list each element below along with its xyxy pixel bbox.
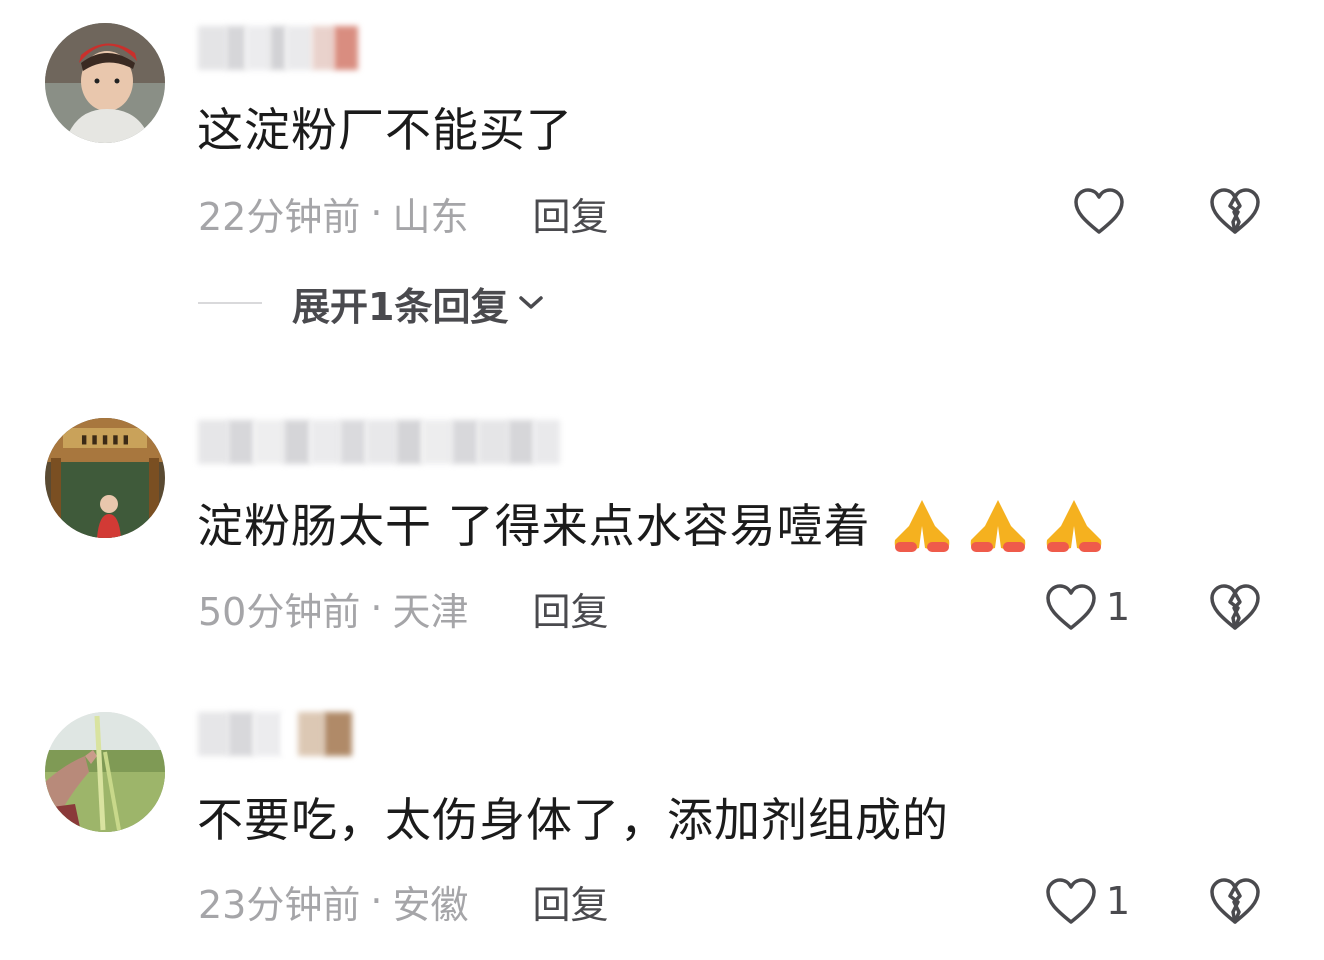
meta-separator: · bbox=[370, 586, 383, 630]
like-count: 1 bbox=[1106, 585, 1131, 629]
username-blurred[interactable] bbox=[198, 416, 560, 468]
like-button[interactable]: 1 bbox=[1044, 876, 1130, 926]
dislike-button[interactable] bbox=[1208, 186, 1262, 240]
comment-meta: 22分钟前 · 山东 回复 bbox=[198, 186, 608, 241]
avatar[interactable] bbox=[45, 712, 165, 832]
expand-replies-button[interactable]: 展开1条回复 bbox=[198, 278, 544, 329]
username-blurred[interactable] bbox=[198, 708, 352, 760]
meta-separator: · bbox=[370, 191, 383, 235]
expand-replies-label: 展开1条回复 bbox=[292, 284, 509, 329]
comment-meta: 23分钟前 · 安徽 回复 bbox=[198, 874, 608, 929]
folded-hands-emoji bbox=[889, 496, 1107, 556]
heart-outline-icon bbox=[1046, 878, 1096, 924]
comment-location: 山东 bbox=[392, 194, 469, 239]
username-blurred[interactable] bbox=[198, 22, 358, 74]
reply-button[interactable]: 回复 bbox=[532, 874, 608, 929]
like-button[interactable] bbox=[1072, 186, 1134, 236]
dislike-button[interactable] bbox=[1208, 876, 1262, 930]
dislike-button[interactable] bbox=[1208, 582, 1262, 636]
avatar[interactable] bbox=[45, 23, 165, 143]
comment-text: 淀粉肠太干 了得来点水容易噎着 bbox=[197, 496, 1107, 560]
heart-outline-icon bbox=[1046, 584, 1096, 630]
heart-outline-icon bbox=[1074, 188, 1124, 234]
comment-time: 23分钟前 bbox=[198, 882, 361, 927]
like-button[interactable]: 1 bbox=[1044, 582, 1130, 632]
comment-text: 这淀粉厂不能买了 bbox=[197, 103, 573, 157]
comment-time: 50分钟前 bbox=[198, 589, 361, 634]
like-count: 1 bbox=[1106, 879, 1131, 923]
broken-heart-icon bbox=[1210, 878, 1260, 924]
comment-location: 天津 bbox=[392, 589, 469, 634]
comment-meta: 50分钟前 · 天津 回复 bbox=[198, 581, 608, 636]
divider-line bbox=[198, 302, 262, 304]
avatar[interactable]: ▮ ▮ ▮ ▮ ▮ bbox=[45, 418, 165, 538]
comment-text: 不要吃，太伤身体了，添加剂组成的 bbox=[197, 793, 949, 847]
svg-text:▮ ▮ ▮ ▮ ▮: ▮ ▮ ▮ ▮ ▮ bbox=[81, 432, 129, 446]
broken-heart-icon bbox=[1210, 188, 1260, 234]
comment-time: 22分钟前 bbox=[198, 194, 361, 239]
chevron-down-icon bbox=[519, 296, 544, 309]
broken-heart-icon bbox=[1210, 584, 1260, 630]
reply-button[interactable]: 回复 bbox=[532, 186, 608, 241]
reply-button[interactable]: 回复 bbox=[532, 581, 608, 636]
meta-separator: · bbox=[370, 879, 383, 923]
comment-location: 安徽 bbox=[392, 882, 469, 927]
